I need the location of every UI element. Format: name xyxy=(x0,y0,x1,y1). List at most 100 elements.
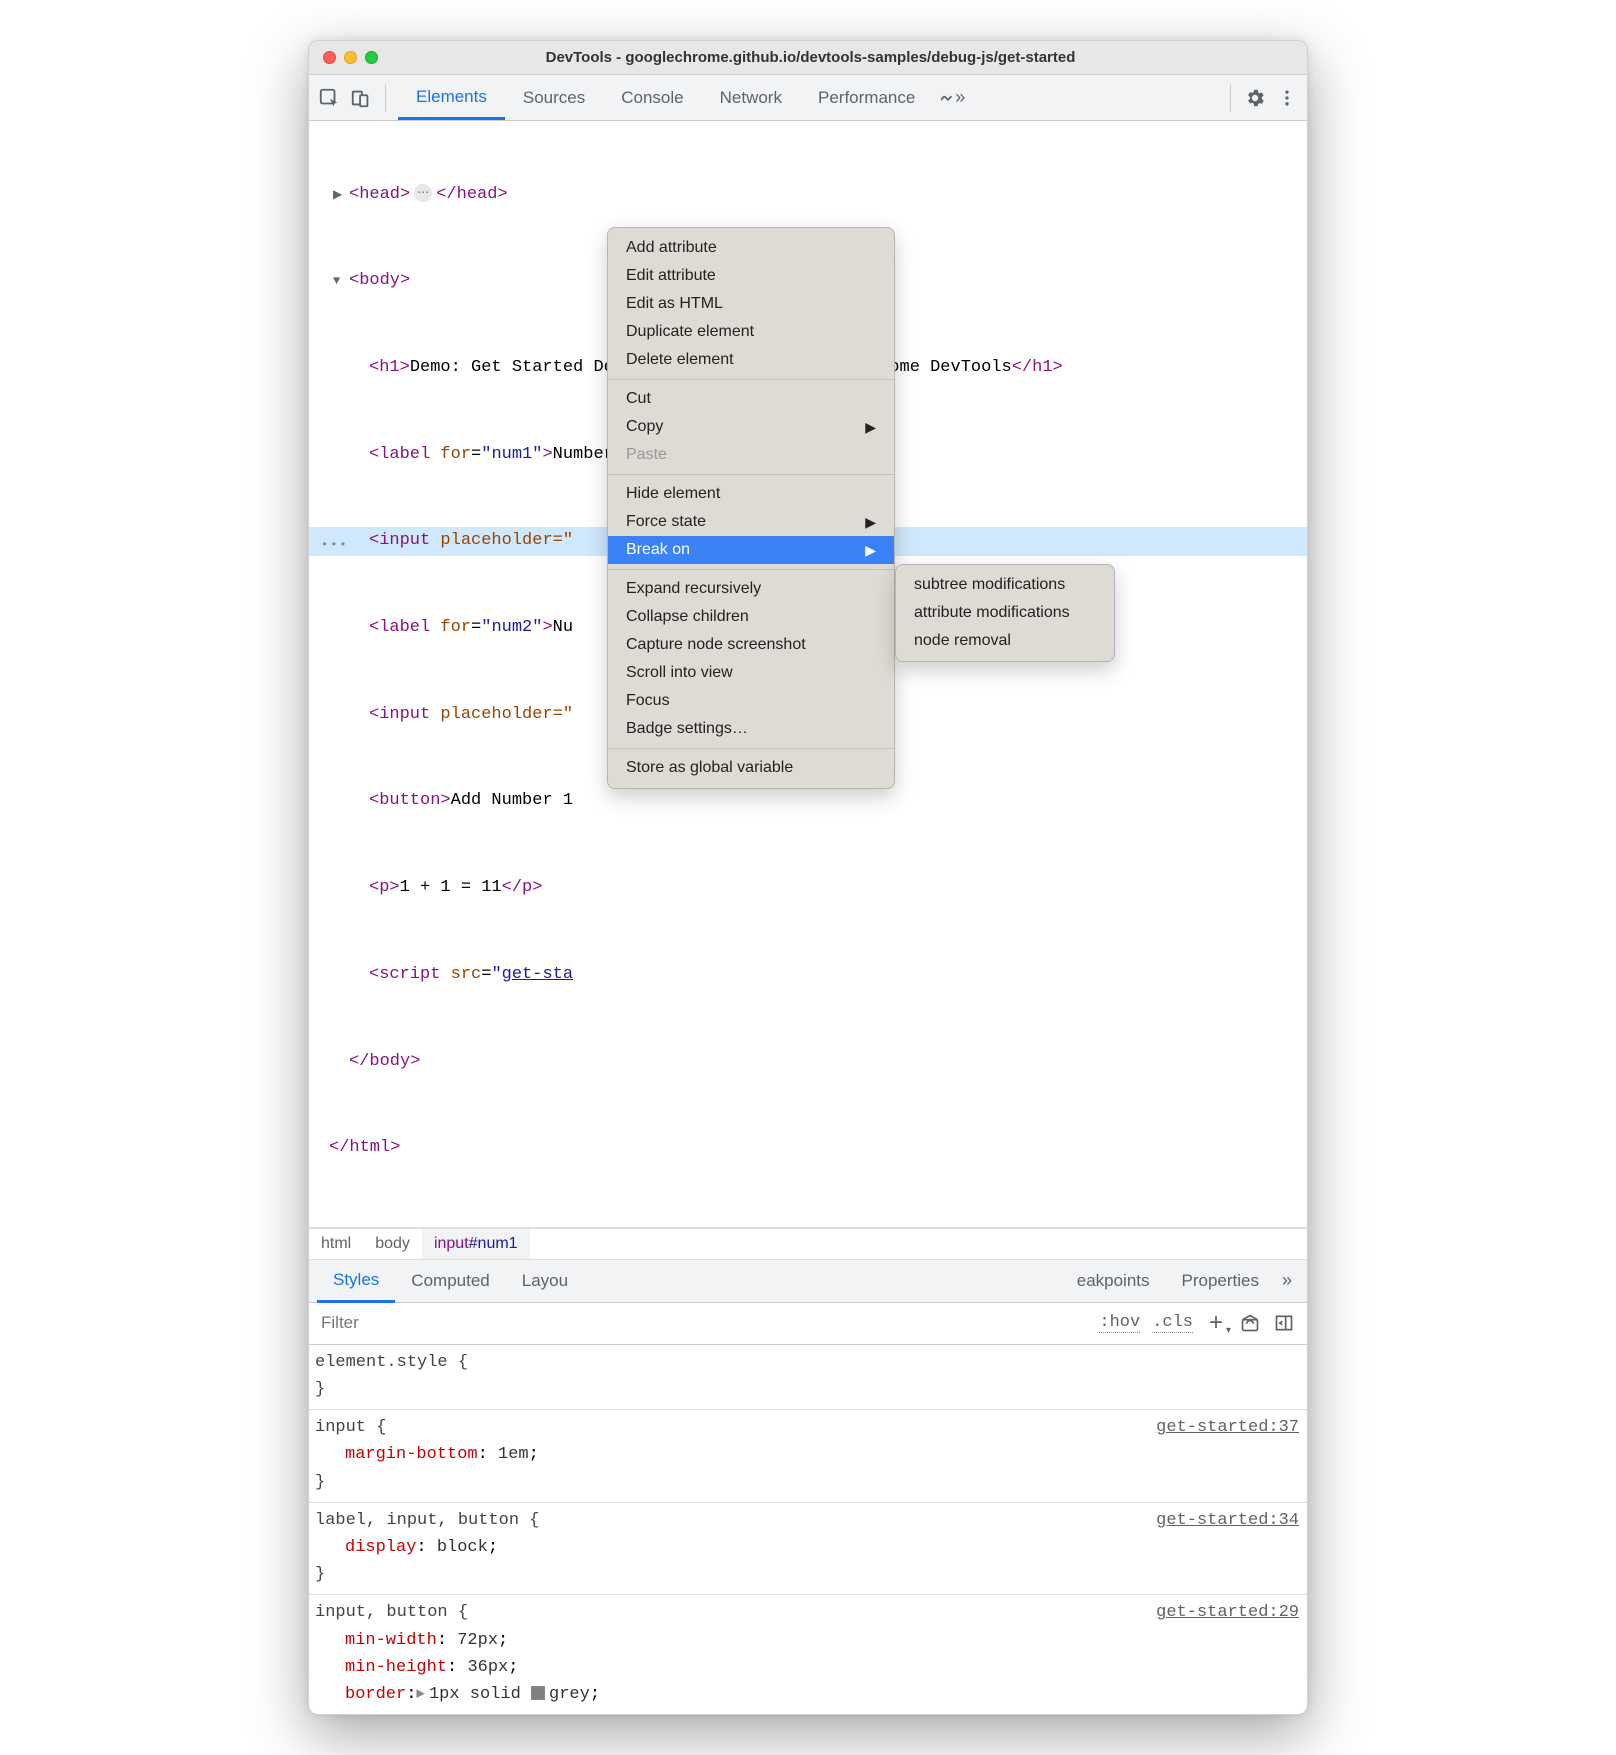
dom-attr: placeholder=" xyxy=(440,531,573,550)
tab-performance[interactable]: Performance xyxy=(800,78,933,118)
context-menu-item-badge-settings[interactable]: Badge settings… xyxy=(608,715,894,743)
subtab-breakpoints[interactable]: eakpoints xyxy=(1061,1261,1166,1301)
context-menu-item-break-on[interactable]: Break on ▶ xyxy=(608,536,894,564)
context-menu-item-edit-as-html[interactable]: Edit as HTML xyxy=(608,290,894,318)
submenu-arrow-icon: ▶ xyxy=(865,419,876,436)
dom-node-p[interactable]: <p>1 + 1 = 11</p> xyxy=(309,874,1307,903)
dom-href[interactable]: get-sta xyxy=(502,965,573,984)
submenu-item-subtree-modifications[interactable]: subtree modifications xyxy=(896,571,1114,599)
context-menu-item-delete-element[interactable]: Delete element xyxy=(608,346,894,374)
hov-toggle[interactable]: :hov xyxy=(1099,1313,1140,1333)
context-menu-item-focus[interactable]: Focus xyxy=(608,687,894,715)
style-source-link[interactable]: get-started:37 xyxy=(1156,1414,1299,1441)
style-rule-input[interactable]: get-started:37 input { margin-bottom: 1e… xyxy=(309,1410,1307,1503)
tab-elements[interactable]: Elements xyxy=(398,77,505,120)
dom-tag: </head> xyxy=(436,185,507,204)
dom-attr-value: num2 xyxy=(491,618,532,637)
context-menu[interactable]: Add attribute Edit attribute Edit as HTM… xyxy=(607,227,895,789)
style-rule-label-input-button[interactable]: get-started:34 label, input, button { di… xyxy=(309,1503,1307,1596)
breadcrumb-input[interactable]: input#num1 xyxy=(422,1229,530,1259)
context-menu-label: Break on xyxy=(626,541,690,559)
dom-attr: placeholder=" xyxy=(440,705,573,724)
context-menu-item-store-global[interactable]: Store as global variable xyxy=(608,754,894,782)
style-property-name[interactable]: min-width xyxy=(345,1631,437,1650)
devtools-window: DevTools - googlechrome.github.io/devtoo… xyxy=(308,40,1308,1715)
tab-console[interactable]: Console xyxy=(603,78,701,118)
style-property-value[interactable]: 1em xyxy=(498,1445,529,1464)
style-property-name[interactable]: margin-bottom xyxy=(345,1445,478,1464)
break-on-submenu[interactable]: subtree modifications attribute modifica… xyxy=(895,564,1115,662)
selected-indicator-icon: ••• xyxy=(321,535,349,555)
submenu-item-attribute-modifications[interactable]: attribute modifications xyxy=(896,599,1114,627)
context-menu-item-copy[interactable]: Copy ▶ xyxy=(608,413,894,441)
style-property-value[interactable]: 36px xyxy=(467,1658,508,1677)
context-menu-item-duplicate-element[interactable]: Duplicate element xyxy=(608,318,894,346)
dom-node-html-close[interactable]: </html> xyxy=(309,1134,1307,1163)
dom-node-script[interactable]: <script src="get-sta xyxy=(309,961,1307,990)
style-property-value[interactable]: 72px xyxy=(457,1631,498,1650)
new-style-rule-icon[interactable]: + ▾ xyxy=(1205,1312,1227,1334)
context-menu-item-add-attribute[interactable]: Add attribute xyxy=(608,234,894,262)
subtab-styles[interactable]: Styles xyxy=(317,1260,395,1303)
subtab-layout[interactable]: Layou xyxy=(506,1261,584,1301)
toggle-computed-sidebar-icon[interactable] xyxy=(1273,1312,1295,1334)
inspect-element-icon[interactable] xyxy=(317,86,341,110)
color-swatch-icon[interactable] xyxy=(531,1686,545,1700)
window-title: DevTools - googlechrome.github.io/devtoo… xyxy=(328,49,1293,66)
context-menu-label: Force state xyxy=(626,513,706,531)
dom-breadcrumb: html body input#num1 xyxy=(309,1228,1307,1260)
main-tabs: Elements Sources Console Network Perform… xyxy=(398,77,1218,119)
dom-node-head[interactable]: ▶<head>⋯</head> xyxy=(309,181,1307,210)
expand-shorthand-icon[interactable]: ▸ xyxy=(416,1685,425,1704)
context-menu-item-edit-attribute[interactable]: Edit attribute xyxy=(608,262,894,290)
settings-gear-icon[interactable] xyxy=(1243,86,1267,110)
titlebar: DevTools - googlechrome.github.io/devtoo… xyxy=(309,41,1307,75)
collapse-icon[interactable]: ▼ xyxy=(333,271,340,291)
dom-text: Nu xyxy=(553,618,573,637)
breadcrumb-tag: input xyxy=(434,1235,469,1252)
kebab-menu-icon[interactable] xyxy=(1275,86,1299,110)
context-menu-item-force-state[interactable]: Force state▶ xyxy=(608,508,894,536)
breadcrumb-html[interactable]: html xyxy=(309,1229,363,1259)
style-property-value[interactable]: block xyxy=(437,1538,488,1557)
context-menu-item-collapse-children[interactable]: Collapse children xyxy=(608,603,894,631)
dom-text: 1 + 1 = 11 xyxy=(400,878,502,897)
dom-tag: <body> xyxy=(349,271,410,290)
tab-sources[interactable]: Sources xyxy=(505,78,603,118)
context-menu-item-scroll-into-view[interactable]: Scroll into view xyxy=(608,659,894,687)
context-menu-separator xyxy=(608,379,894,380)
dom-text: Add Number 1 xyxy=(451,791,573,810)
more-subtabs-icon[interactable]: » xyxy=(1275,1269,1299,1293)
context-menu-item-paste: Paste xyxy=(608,441,894,469)
style-property-name[interactable]: display xyxy=(345,1538,416,1557)
more-tabs-icon[interactable]: » xyxy=(941,86,965,110)
cls-toggle[interactable]: .cls xyxy=(1152,1313,1193,1333)
style-rule-element-style[interactable]: element.style { } xyxy=(309,1345,1307,1410)
style-source-link[interactable]: get-started:29 xyxy=(1156,1599,1299,1626)
dom-node-body-close[interactable]: </body> xyxy=(309,1048,1307,1077)
toggle-common-rendering-icon[interactable] xyxy=(1239,1312,1261,1334)
subtab-properties[interactable]: Properties xyxy=(1166,1261,1275,1301)
submenu-arrow-icon: ▶ xyxy=(865,542,876,559)
context-menu-item-capture-node-screenshot[interactable]: Capture node screenshot xyxy=(608,631,894,659)
head-ellipsis-icon[interactable]: ⋯ xyxy=(414,184,432,202)
context-menu-item-hide-element[interactable]: Hide element xyxy=(608,480,894,508)
expand-icon[interactable]: ▶ xyxy=(333,185,342,205)
dom-tag: </body> xyxy=(349,1052,420,1071)
context-menu-separator xyxy=(608,569,894,570)
styles-filter-input[interactable] xyxy=(309,1305,1099,1341)
tab-network[interactable]: Network xyxy=(702,78,800,118)
breadcrumb-body[interactable]: body xyxy=(363,1229,422,1259)
style-property-name[interactable]: min-height xyxy=(345,1658,447,1677)
context-menu-item-cut[interactable]: Cut xyxy=(608,385,894,413)
context-menu-label: Copy xyxy=(626,418,663,436)
submenu-item-node-removal[interactable]: node removal xyxy=(896,627,1114,655)
device-toolbar-icon[interactable] xyxy=(349,86,373,110)
style-rule-input-button[interactable]: get-started:29 input, button { min-width… xyxy=(309,1595,1307,1714)
style-selector: label, input, button xyxy=(315,1511,519,1530)
dom-node-button[interactable]: <button>Add Number 1 xyxy=(309,787,1307,816)
style-property-name[interactable]: border xyxy=(345,1685,406,1704)
style-source-link[interactable]: get-started:34 xyxy=(1156,1507,1299,1534)
context-menu-item-expand-recursively[interactable]: Expand recursively xyxy=(608,575,894,603)
subtab-computed[interactable]: Computed xyxy=(395,1261,505,1301)
